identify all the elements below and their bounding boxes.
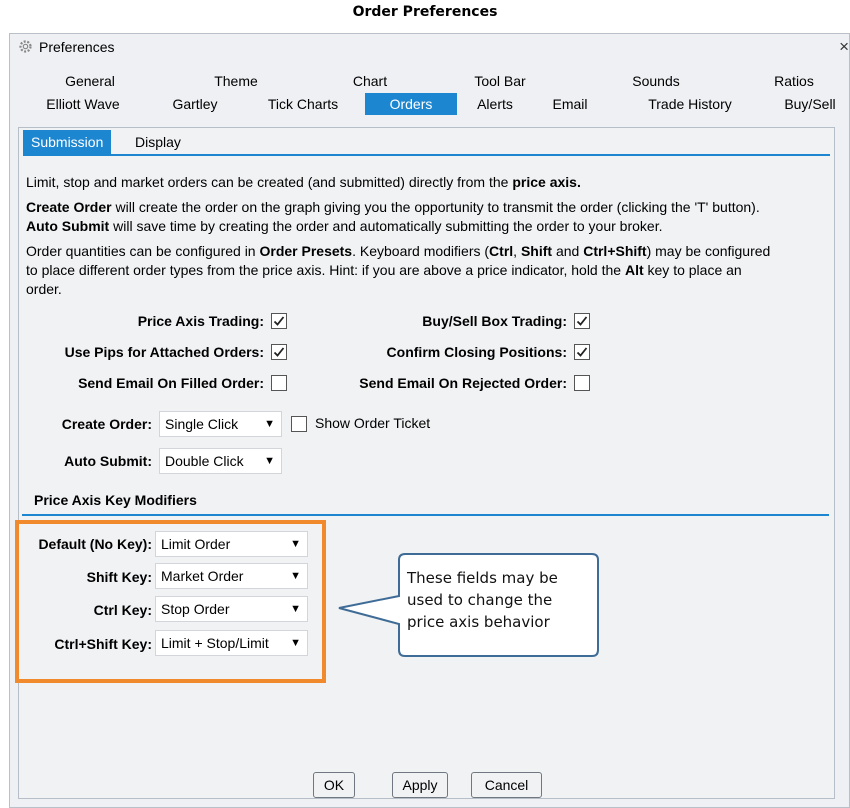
confirm-closing-checkbox[interactable] [574, 344, 590, 360]
shift-key-label: Shift Key: [86, 569, 152, 585]
tab-general[interactable]: General [40, 70, 140, 92]
tab-row-1: General Theme Chart Tool Bar Sounds Rati… [10, 70, 849, 92]
tab-theme[interactable]: Theme [186, 70, 286, 92]
checkmark-icon [273, 316, 285, 326]
gear-icon [18, 39, 33, 54]
create-order-description: Create Order will create the order on th… [26, 199, 760, 234]
modifiers-section-divider [22, 514, 829, 516]
ctrl-key-label: Ctrl Key: [93, 602, 152, 618]
ok-button[interactable]: OK [313, 772, 355, 798]
preferences-window: Preferences × General Theme Chart Tool B… [9, 33, 850, 808]
chevron-down-icon: ▼ [290, 603, 301, 615]
chevron-down-icon: ▼ [264, 418, 275, 430]
tab-trade-history[interactable]: Trade History [625, 93, 755, 115]
subtab-submission[interactable]: Submission [23, 130, 112, 154]
price-axis-trading-checkbox[interactable] [271, 313, 287, 329]
use-pips-label: Use Pips for Attached Orders: [64, 344, 264, 360]
tab-elliott-wave[interactable]: Elliott Wave [28, 93, 138, 115]
figure-caption: Order Preferences [352, 4, 498, 20]
window-title: Preferences [39, 39, 115, 55]
tab-email[interactable]: Email [540, 93, 600, 115]
show-order-ticket-label: Show Order Ticket [315, 415, 431, 431]
confirm-closing-label: Confirm Closing Positions: [386, 344, 567, 360]
apply-button[interactable]: Apply [392, 772, 448, 798]
default-key-label: Default (No Key): [38, 536, 152, 552]
create-order-select[interactable]: Single Click ▼ [159, 411, 282, 437]
email-rejected-label: Send Email On Rejected Order: [359, 375, 567, 391]
checkmark-icon [576, 316, 588, 326]
default-key-select[interactable]: Limit Order ▼ [155, 531, 308, 557]
chevron-down-icon: ▼ [264, 455, 275, 467]
create-order-label: Create Order: [61, 416, 152, 432]
modifiers-description: Order quantities can be configured in Or… [26, 243, 771, 297]
ctrl-shift-key-label: Ctrl+Shift Key: [54, 636, 152, 652]
use-pips-checkbox[interactable] [271, 344, 287, 360]
tab-tool-bar[interactable]: Tool Bar [450, 70, 550, 92]
intro-text: Limit, stop and market orders can be cre… [26, 174, 581, 190]
close-icon[interactable]: × [839, 37, 849, 57]
show-order-ticket-checkbox[interactable] [291, 416, 307, 432]
tab-orders[interactable]: Orders [365, 93, 457, 115]
tab-chart[interactable]: Chart [320, 70, 420, 92]
subtab-display[interactable]: Display [127, 130, 189, 154]
chevron-down-icon: ▼ [290, 637, 301, 649]
ctrl-shift-key-select[interactable]: Limit + Stop/Limit ▼ [155, 630, 308, 656]
cancel-button[interactable]: Cancel [471, 772, 542, 798]
email-filled-label: Send Email On Filled Order: [78, 375, 264, 391]
tab-row-2: Elliott Wave Gartley Tick Charts Orders … [10, 93, 849, 115]
ctrl-key-select[interactable]: Stop Order ▼ [155, 596, 308, 622]
subtab-divider [23, 154, 830, 156]
checkmark-icon [576, 347, 588, 357]
checkmark-icon [273, 347, 285, 357]
tab-alerts[interactable]: Alerts [465, 93, 525, 115]
callout-text: These fields may be used to change the p… [407, 569, 558, 631]
tab-buy-sell[interactable]: Buy/Sell [770, 93, 850, 115]
auto-submit-label: Auto Submit: [64, 453, 152, 469]
email-filled-checkbox[interactable] [271, 375, 287, 391]
price-axis-trading-label: Price Axis Trading: [137, 313, 264, 329]
email-rejected-checkbox[interactable] [574, 375, 590, 391]
buy-sell-box-trading-label: Buy/Sell Box Trading: [422, 313, 567, 329]
shift-key-select[interactable]: Market Order ▼ [155, 563, 308, 589]
buy-sell-box-trading-checkbox[interactable] [574, 313, 590, 329]
auto-submit-select[interactable]: Double Click ▼ [159, 448, 282, 474]
tab-ratios[interactable]: Ratios [744, 70, 844, 92]
tab-sounds[interactable]: Sounds [606, 70, 706, 92]
tab-gartley[interactable]: Gartley [155, 93, 235, 115]
modifiers-section-title: Price Axis Key Modifiers [34, 492, 197, 508]
chevron-down-icon: ▼ [290, 538, 301, 550]
title-bar: Preferences × [10, 34, 849, 60]
chevron-down-icon: ▼ [290, 570, 301, 582]
orders-panel: Submission Display Limit, stop and marke… [18, 127, 835, 799]
tab-tick-charts[interactable]: Tick Charts [248, 93, 358, 115]
